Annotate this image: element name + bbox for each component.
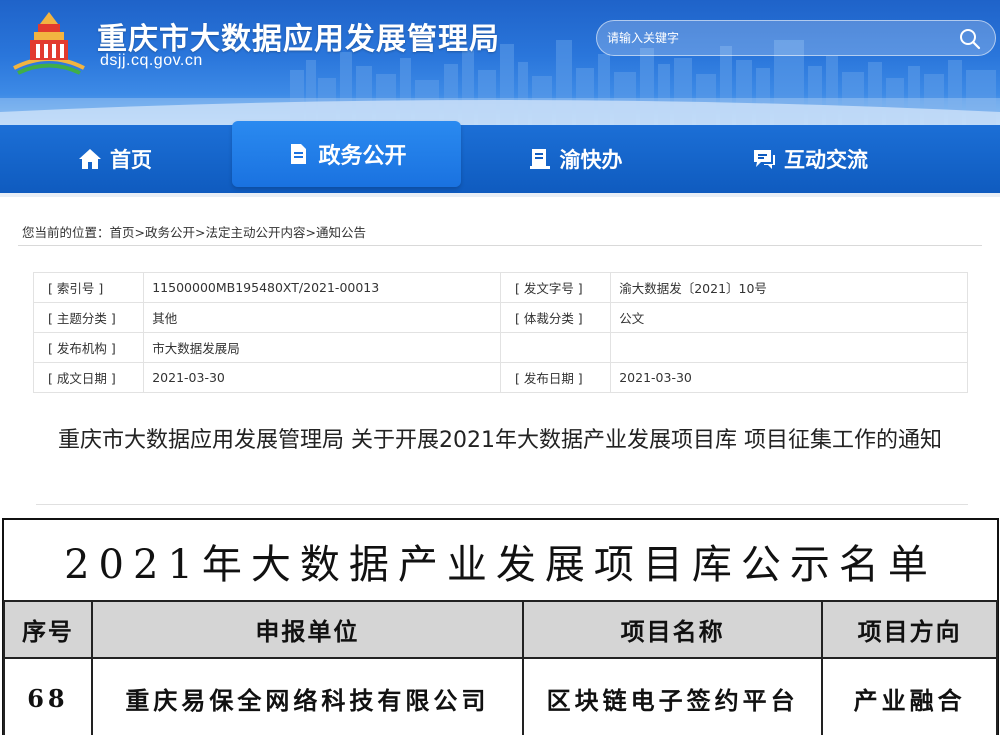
doc-no-value: 渝大数据发〔2021〕10号 <box>610 272 968 303</box>
table-row: 68 重庆易保全网络科技有限公司 区块链电子签约平台 产业融合 <box>3 657 998 735</box>
index-value: 11500000MB195480XT/2021-00013 <box>143 272 501 303</box>
nav-item-label: 渝快办 <box>559 148 623 172</box>
table-row: [ 成文日期 ] 2021-03-30 [ 发布日期 ] 2021-03-30 <box>32 362 968 393</box>
nav-divider <box>0 193 1000 197</box>
search-input[interactable] <box>607 25 947 51</box>
breadcrumb-separator: > <box>305 225 317 240</box>
site-domain: dsjj.cq.gov.cn <box>100 52 203 69</box>
site-header: 重庆市大数据应用发展管理局 dsjj.cq.gov.cn <box>0 0 1000 125</box>
service-icon <box>529 149 550 169</box>
cell-project-name: 区块链电子签约平台 <box>521 657 824 735</box>
cell-applicant: 重庆易保全网络科技有限公司 <box>90 657 524 735</box>
column-header-project-name: 项目名称 <box>521 600 824 659</box>
document-info-table: [ 索引号 ] 11500000MB195480XT/2021-00013 [ … <box>32 272 968 393</box>
breadcrumb-separator: > <box>195 225 206 240</box>
breadcrumb-item-home[interactable]: 首页 <box>110 225 135 240</box>
document-icon <box>291 144 307 164</box>
empty-cell <box>499 332 612 363</box>
table-row: [ 发布机构 ] 市大数据发展局 <box>32 332 968 363</box>
breadcrumb-item-gov-affairs[interactable]: 政务公开 <box>145 225 195 240</box>
nav-item-home[interactable]: 首页 <box>50 125 180 193</box>
nav-item-gov-affairs[interactable]: 政务公开 <box>232 121 461 187</box>
empty-cell <box>610 332 968 363</box>
nav-item-label: 首页 <box>110 148 152 172</box>
search-icon[interactable] <box>959 28 981 50</box>
nav-item-label: 政务公开 <box>318 144 407 169</box>
published-date-value: 2021-03-30 <box>610 362 968 393</box>
main-nav: 首页 政务公开 渝快办 互动交流 <box>0 121 1000 193</box>
cell-no: 68 <box>3 657 93 735</box>
breadcrumb-divider <box>18 245 982 246</box>
public-list-image: 2021年大数据产业发展项目库公示名单 序号 申报单位 项目名称 项目方向 68… <box>2 518 999 735</box>
home-icon <box>79 149 101 169</box>
created-date-label: [ 成文日期 ] <box>32 362 145 393</box>
nav-item-yukuaiban[interactable]: 渝快办 <box>490 125 660 193</box>
breadcrumb-separator: > <box>134 225 146 240</box>
table-header-row: 序号 申报单位 项目名称 项目方向 <box>3 600 998 659</box>
genre-label: [ 体裁分类 ] <box>499 302 612 333</box>
breadcrumb-item-notices[interactable]: 通知公告 <box>316 225 366 240</box>
table-row: [ 索引号 ] 11500000MB195480XT/2021-00013 [ … <box>32 272 968 303</box>
issuer-label: [ 发布机构 ] <box>32 332 145 363</box>
public-list-table: 序号 申报单位 项目名称 项目方向 68 重庆易保全网络科技有限公司 区块链电子… <box>3 600 998 735</box>
notice-title: 重庆市大数据应用发展管理局 关于开展2021年大数据产业发展项目库 项目征集工作… <box>58 428 942 453</box>
table-row: [ 主题分类 ] 其他 [ 体裁分类 ] 公文 <box>32 302 968 333</box>
search-box <box>596 20 996 56</box>
created-date-value: 2021-03-30 <box>143 362 501 393</box>
breadcrumb-item-statutory[interactable]: 法定主动公开内容 <box>206 225 306 240</box>
genre-value: 公文 <box>610 302 968 333</box>
column-header-direction: 项目方向 <box>821 600 998 659</box>
issuer-value: 市大数据发展局 <box>143 332 501 363</box>
topic-value: 其他 <box>143 302 501 333</box>
topic-label: [ 主题分类 ] <box>32 302 145 333</box>
public-list-title: 2021年大数据产业发展项目库公示名单 <box>64 542 937 588</box>
notice-divider <box>36 504 968 505</box>
published-date-label: [ 发布日期 ] <box>499 362 612 393</box>
cell-direction: 产业融合 <box>821 657 998 735</box>
breadcrumb: 您当前的位置：首页>政务公开>法定主动公开内容>通知公告 <box>22 222 366 241</box>
index-label: [ 索引号 ] <box>32 272 145 303</box>
nav-item-interaction[interactable]: 互动交流 <box>730 125 890 193</box>
column-header-applicant: 申报单位 <box>90 600 524 659</box>
site-logo <box>13 12 85 75</box>
chat-icon <box>754 150 775 169</box>
nav-item-label: 互动交流 <box>784 148 868 172</box>
doc-no-label: [ 发文字号 ] <box>499 272 612 303</box>
column-header-no: 序号 <box>3 600 93 659</box>
breadcrumb-prefix: 您当前的位置： <box>22 225 110 240</box>
